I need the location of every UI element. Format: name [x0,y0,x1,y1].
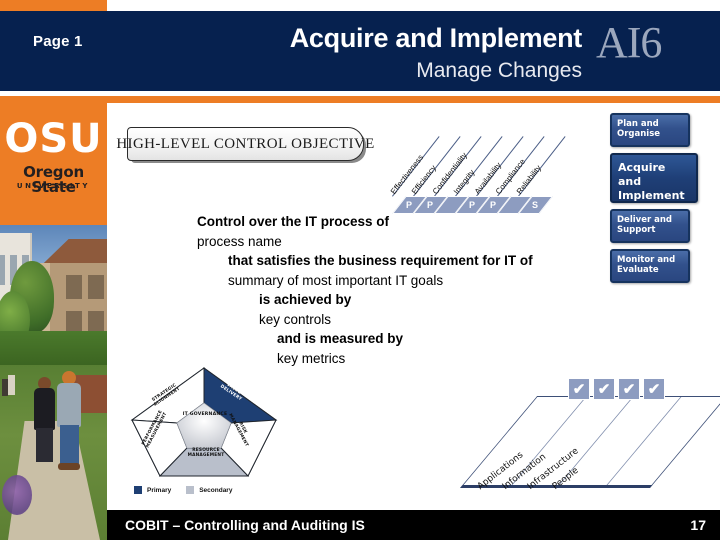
pentagon-label-it-governance: IT GOVERNANCE [182,412,228,417]
legend-label-primary: Primary [147,486,172,494]
legend-swatch-secondary [186,486,195,494]
pentagon-svg [130,367,278,477]
control-statement: Control over the IT process of process n… [197,212,617,368]
legend-label-secondary: Secondary [199,486,233,494]
pentagon-label-resource-management: RESOURCE MANAGEMENT [187,448,225,459]
osu-name: Oregon State [23,163,84,196]
resources-check-infrastructure: ✔ [618,378,640,400]
page-title: Acquire and Implement [289,23,583,53]
it-governance-diagram: STRATEGIC ALIGNMENT VALUE DELIVERY RISK … [128,366,293,498]
top-orange-tab [0,0,107,11]
footer-bar: COBIT – Controlling and Auditing IS 17 [107,510,720,540]
osu-initials: OSU [4,116,103,162]
statement-line-5: is achieved by [259,292,352,307]
footer-gap [107,502,720,510]
legend-swatch-primary [134,486,142,494]
footer-title: COBIT – Controlling and Auditing IS [125,517,365,533]
objective-banner: HIGH-LEVEL CONTROL OBJECTIVE [116,127,374,161]
statement-line-7: and is measured by [277,331,404,346]
statement-line-6: key controls [259,311,332,327]
campus-photo [0,225,107,540]
osu-logo: OSU Oregon State UNIVERSITY [0,103,107,225]
resources-check-people: ✔ [643,378,665,400]
nav-button-deliver-and-support[interactable]: Deliver and Support [610,209,690,243]
page-subtitle: Manage Changes [416,59,582,82]
resources-check-information: ✔ [593,378,615,400]
pentagon-legend: Primary Secondary [134,484,284,496]
resources-divider [606,397,681,485]
statement-line-3: that satisfies the business requirement … [228,253,533,268]
objective-banner-label: HIGH-LEVEL CONTROL OBJECTIVE [116,135,375,152]
domain-nav: Plan and Organise Acquire and Implement … [610,113,698,293]
slide: Page 1 Acquire and Implement Manage Chan… [0,0,720,540]
page-label: Page 1 [33,33,83,50]
nav-button-monitor-and-evaluate[interactable]: Monitor and Evaluate [610,249,690,283]
nav-button-plan-and-organise[interactable]: Plan and Organise [610,113,690,147]
statement-line-1: Control over the IT process of [197,214,390,229]
pentagon-shape: STRATEGIC ALIGNMENT VALUE DELIVERY RISK … [128,366,280,478]
process-code: AI6 [596,18,662,67]
nav-button-acquire-and-implement[interactable]: Acquire and Implement [610,153,698,203]
information-criteria: Effectiveness Efficiency Confidentiality In… [389,112,592,216]
it-resources: ✔ Applications ✔ Information ✔ Infrastructure… [460,378,720,498]
resources-check-applications: ✔ [568,378,590,400]
osu-university-word: UNIVERSITY [16,182,91,190]
statement-line-8: key metrics [277,350,346,366]
statement-line-2: process name [197,233,282,249]
header-orange-rule [107,96,720,103]
footer-page-number: 17 [690,517,706,533]
statement-line-4: summary of most important IT goals [228,272,444,288]
header-orange-rule-left [0,96,107,103]
criteria-labels: Effectiveness Efficiency Confidentiality In… [389,112,592,197]
left-sidebar: OSU Oregon State UNIVERSITY [0,103,107,540]
